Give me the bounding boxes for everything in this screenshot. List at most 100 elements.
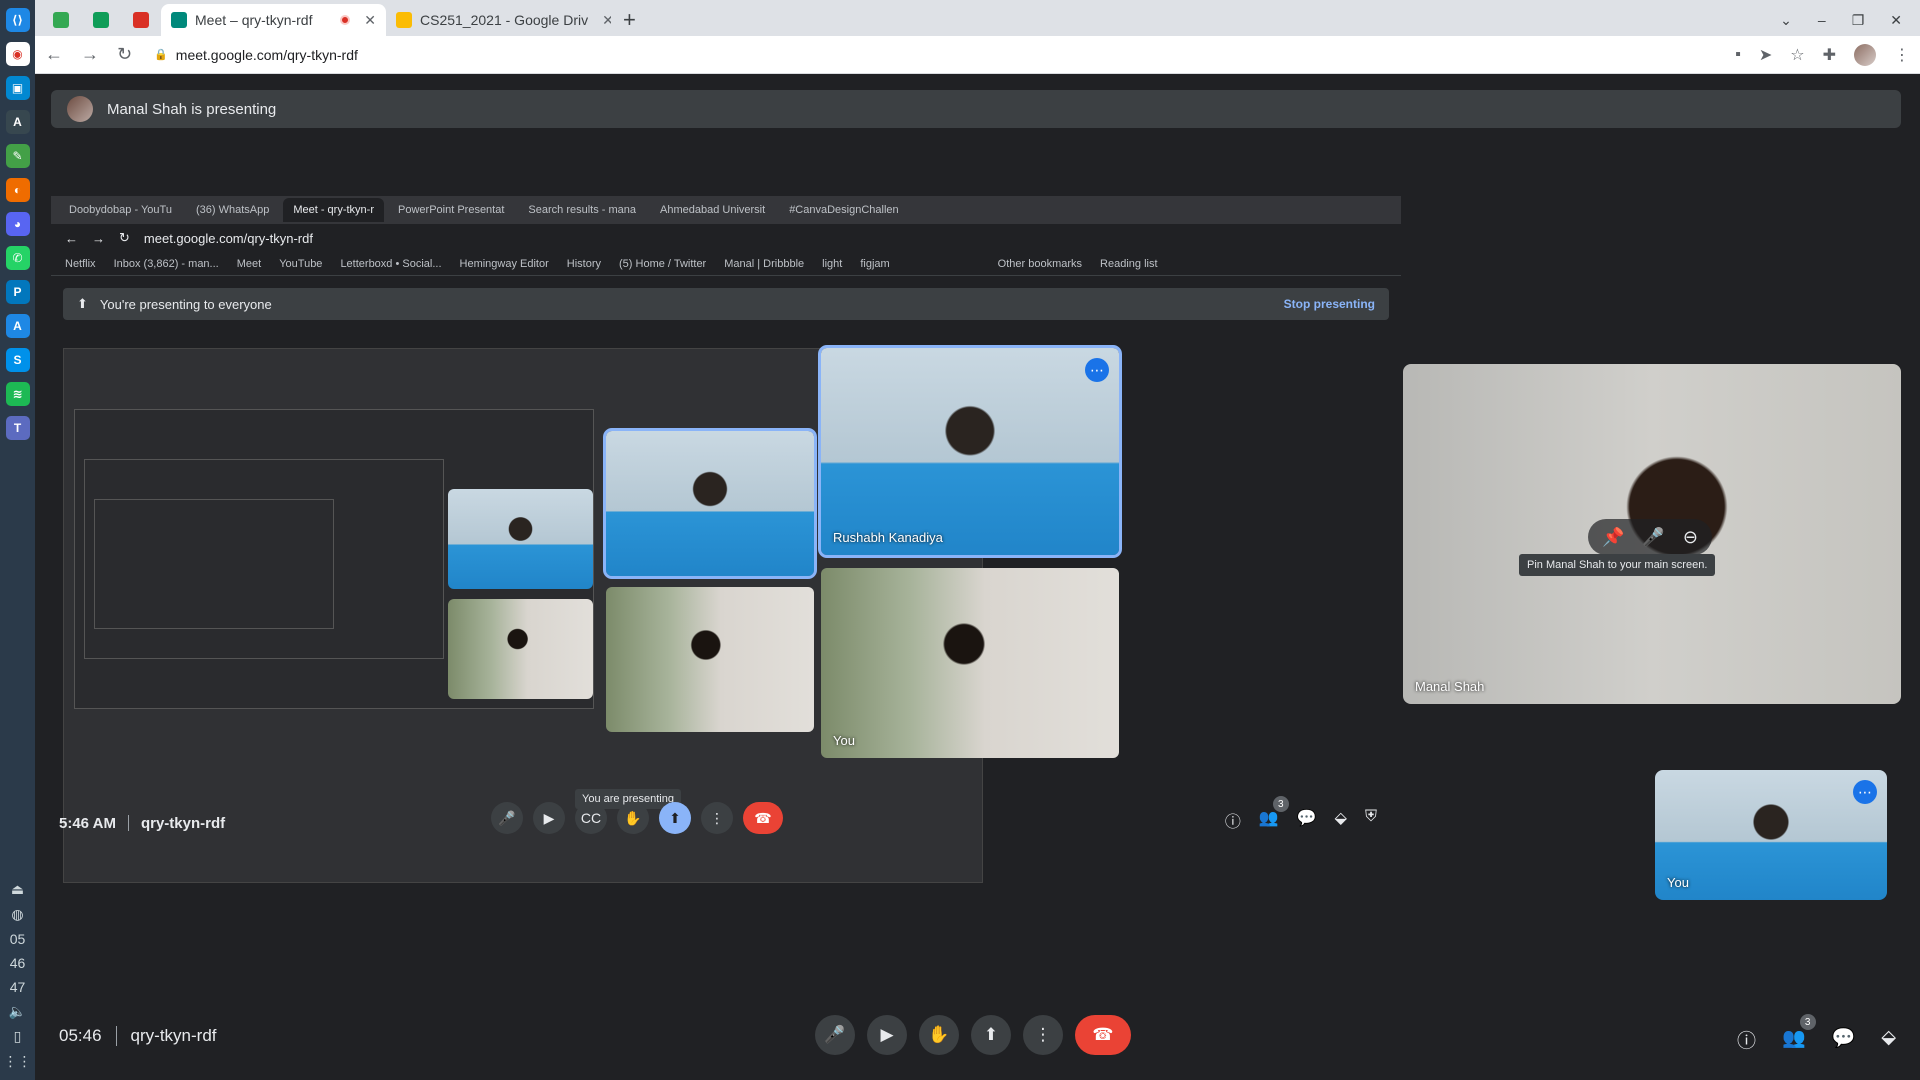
favicon-icon — [93, 12, 109, 28]
close-window-icon[interactable]: ✕ — [1890, 12, 1902, 29]
minimize-icon[interactable]: – — [1818, 12, 1826, 28]
spotify-icon[interactable]: ≋ — [5, 382, 30, 406]
chrome-icon[interactable]: ◉ — [5, 42, 30, 66]
restore-icon[interactable]: ❐ — [1852, 12, 1865, 29]
notes-icon[interactable]: ✎ — [5, 144, 30, 168]
time-text: 05:46 — [59, 1026, 102, 1045]
blender-icon[interactable]: ◐ — [5, 178, 30, 202]
back-icon: ← — [65, 230, 78, 246]
activities-icon: ⬙ — [1334, 810, 1347, 827]
tile-name: Manal Shah — [1415, 679, 1485, 694]
app-icon[interactable]: ▣ — [5, 76, 30, 100]
end-call-icon: ☎ — [1092, 1025, 1114, 1044]
stop-presenting-link: Stop presenting — [1283, 297, 1375, 311]
video-tile-rushabh: ⋯ Rushabh Kanadiya — [818, 345, 1122, 558]
video-tile-you-mini2 — [448, 599, 593, 699]
tab-meet[interactable]: Meet – qry-tkyn-rdf ✕ — [161, 4, 386, 36]
shared-screen: Doobydobap - YouTu (36) WhatsApp Meet - … — [51, 196, 1401, 1056]
bookmark: Meet — [236, 257, 262, 270]
video-tile-rushabh-mini — [603, 428, 817, 579]
present-button[interactable]: ⬆ — [971, 1015, 1011, 1055]
toolbar-right: ▪ ➤ ☆ ✚ ⋮ — [1735, 43, 1910, 66]
pin-icon[interactable]: 📌 — [1602, 527, 1624, 548]
editor-icon[interactable]: A — [5, 110, 30, 134]
vscode-icon[interactable]: ⟨⟩ — [5, 8, 30, 32]
divider — [115, 1026, 117, 1046]
reload-icon[interactable]: ↻ — [117, 44, 132, 65]
drive-favicon-icon — [396, 12, 412, 28]
mic-icon[interactable]: 🎤 — [1642, 527, 1664, 548]
shared-right-icons: ⓘ 👥 3 💬 ⬙ ⛨ — [1225, 796, 1377, 832]
info-icon[interactable]: ⓘ — [1737, 1026, 1756, 1053]
skype-icon[interactable]: S — [5, 348, 30, 372]
meet-favicon-icon — [171, 12, 187, 28]
shared-url: meet.google.com/qry-tkyn-rdf — [143, 230, 313, 246]
camera-icon[interactable]: ▪ — [1735, 46, 1741, 64]
remove-icon[interactable]: ⊖ — [1683, 527, 1698, 548]
activities-icon[interactable]: ⬙ — [1881, 1026, 1896, 1053]
clock-second: 47 — [9, 979, 26, 995]
url-field[interactable]: 🔒 meet.google.com/qry-tkyn-rdf — [154, 47, 358, 63]
more-icon: ⋮ — [701, 802, 733, 834]
forward-icon: → — [92, 230, 105, 246]
shared-tab: Ahmedabad Universit — [660, 204, 766, 216]
raise-hand-icon: ✋ — [617, 802, 649, 834]
chat-icon[interactable]: 💬 — [1832, 1026, 1856, 1053]
grid-icon[interactable]: ⋮⋮ — [4, 1053, 32, 1070]
people-icon[interactable]: 👥 3 — [1782, 1014, 1816, 1053]
close-icon[interactable]: ✕ — [364, 12, 376, 29]
tab-pinned-1[interactable] — [41, 4, 81, 36]
dock-tray: ⏏ ◍ 05 46 47 🔈 ▯ ⋮⋮ — [0, 881, 35, 1070]
shared-tab: #CanvaDesignChallen — [789, 204, 899, 216]
clock-hour: 05 — [9, 931, 26, 947]
more-options-icon[interactable]: ⋯ — [1853, 780, 1877, 804]
shared-tab: Meet - qry-tkyn-r — [283, 198, 385, 222]
people-icon: 👥 3 — [1259, 796, 1289, 832]
more-options-button[interactable]: ⋮ — [1023, 1015, 1063, 1055]
present-icon: ⬆ — [659, 802, 691, 834]
video-tile-self[interactable]: ⋯ You — [1655, 770, 1887, 900]
raise-hand-button[interactable]: ✋ — [919, 1015, 959, 1055]
close-icon[interactable]: ✕ — [602, 12, 611, 29]
camera-icon: ▶ — [880, 1025, 894, 1044]
tab-pinned-2[interactable] — [81, 4, 121, 36]
p-icon[interactable]: P — [5, 280, 30, 304]
discord-icon[interactable]: ◕ — [5, 212, 30, 236]
profile-avatar[interactable] — [1854, 43, 1876, 66]
tile-name: Rushabh Kanadiya — [833, 530, 943, 545]
new-tab-button[interactable]: + — [611, 4, 648, 36]
bookmark: Manal | Dribbble — [724, 257, 805, 270]
tile-name: You — [1667, 875, 1689, 890]
side-panel-buttons: ⓘ 👥 3 💬 ⬙ — [1737, 1014, 1896, 1053]
camera-button[interactable]: ▶ — [867, 1015, 907, 1055]
teams-icon[interactable]: T — [5, 416, 30, 440]
appstore-icon[interactable]: A — [5, 314, 30, 338]
forward-icon[interactable]: → — [81, 44, 99, 65]
video-tile-you-mini — [606, 587, 814, 732]
star-icon[interactable]: ☆ — [1790, 45, 1804, 65]
video-tile-manal[interactable]: 📌 🎤 ⊖ Pin Manal Shah to your main screen… — [1403, 364, 1901, 704]
meet-bottom-bar: 05:46 qry-tkyn-rdf 🎤 ▶ ✋ ⬆ ⋮ ☎ ⓘ 👥 3 💬 ⬙ — [35, 1000, 1920, 1080]
mic-button[interactable]: 🎤 — [815, 1015, 855, 1055]
back-icon[interactable]: ← — [45, 44, 63, 65]
end-call-icon: ☎ — [743, 802, 783, 834]
favicon-icon — [133, 12, 149, 28]
extensions-icon[interactable]: ✚ — [1823, 45, 1836, 65]
volume-icon[interactable]: 🔈 — [9, 1003, 26, 1020]
captions-icon: CC — [575, 802, 607, 834]
favicon-icon — [53, 12, 69, 28]
call-controls: 🎤 ▶ ✋ ⬆ ⋮ ☎ — [815, 1015, 1131, 1055]
chevron-down-icon[interactable]: ⌄ — [1780, 12, 1792, 29]
eject-icon[interactable]: ⏏ — [11, 881, 24, 898]
whatsapp-icon[interactable]: ✆ — [5, 246, 30, 270]
participants-badge: 3 — [1272, 796, 1289, 812]
menu-icon[interactable]: ⋮ — [1894, 45, 1910, 65]
send-icon[interactable]: ➤ — [1759, 45, 1772, 65]
tab-drive[interactable]: CS251_2021 - Google Driv ✕ — [386, 4, 611, 36]
shared-tab: Search results - mana — [528, 204, 637, 216]
tab-pinned-3[interactable] — [121, 4, 161, 36]
raise-hand-icon: ✋ — [928, 1025, 950, 1044]
address-bar: ← → ↻ 🔒 meet.google.com/qry-tkyn-rdf ▪ ➤… — [35, 36, 1920, 74]
bookmark: light — [822, 257, 843, 270]
end-call-button[interactable]: ☎ — [1075, 1015, 1131, 1055]
